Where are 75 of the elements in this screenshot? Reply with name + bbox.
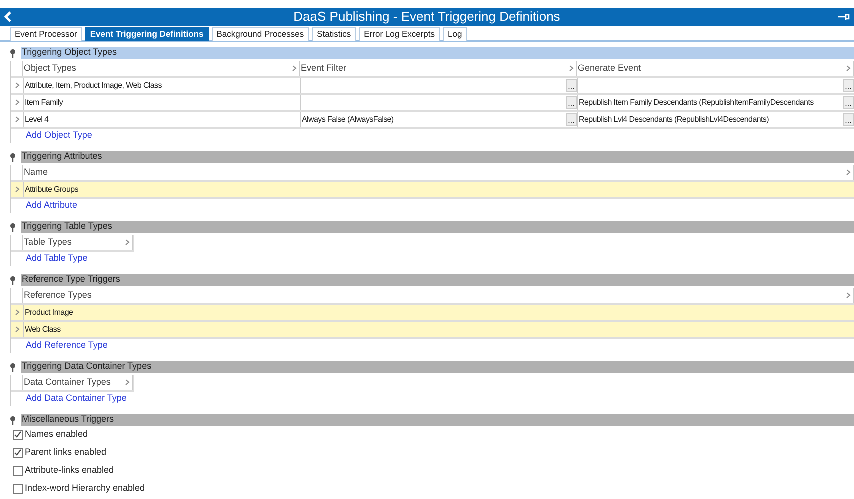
table-cell-text: Product Image: [24, 306, 74, 318]
chevron-icon[interactable]: [846, 169, 851, 176]
tab[interactable]: Background Processes: [212, 27, 310, 41]
chevron-icon[interactable]: [569, 65, 574, 72]
chevron-icon[interactable]: [292, 65, 297, 72]
chevron-icon[interactable]: [14, 82, 20, 89]
column-header[interactable]: Object Types: [23, 61, 300, 76]
tab[interactable]: Statistics: [312, 27, 356, 41]
checkbox-label: Names enabled: [25, 428, 88, 442]
table-cell-text: Level 4: [24, 114, 50, 126]
checkbox[interactable]: [13, 448, 23, 458]
column-header[interactable]: Reference Types: [23, 288, 854, 303]
window-title: DaaS Publishing - Event Triggering Definitions: [292, 8, 562, 26]
chevron-icon[interactable]: [14, 326, 20, 333]
pin-icon[interactable]: [10, 276, 16, 284]
checkbox[interactable]: [13, 484, 23, 494]
table-row[interactable]: Attribute, Item, Product Image, Web Class ... ...: [11, 78, 854, 95]
checkbox-label: Index-word Hierarchy enabled: [25, 482, 146, 496]
ellipsis-button[interactable]: ...: [843, 113, 854, 126]
checkbox-label: Attribute-links enabled: [25, 464, 114, 478]
table-cell-text: Always False (AlwaysFalse): [301, 114, 395, 126]
pin-icon[interactable]: [10, 152, 16, 162]
chevron-icon[interactable]: [14, 99, 20, 106]
section-header[interactable]: Triggering Data Container Types: [21, 361, 854, 373]
table-cell-text: Republish Item Family Descendants (RepublishItemFamilyDescendants: [578, 96, 815, 108]
add-link[interactable]: Add Table Type: [26, 252, 88, 266]
pin-icon[interactable]: [10, 416, 16, 424]
table-cell-text: Item Family: [24, 96, 64, 108]
pin-icon[interactable]: [10, 222, 16, 232]
chevron-icon[interactable]: [14, 186, 20, 193]
pin-icon[interactable]: [10, 48, 16, 58]
ellipsis-button[interactable]: ...: [843, 96, 854, 109]
column-header[interactable]: Data Container Types: [23, 375, 133, 390]
table-cell-text: Attribute Groups: [24, 184, 80, 196]
section-header[interactable]: Triggering Table Types: [21, 221, 854, 233]
table-row[interactable]: Web Class: [11, 322, 854, 339]
add-link[interactable]: Add Attribute: [26, 199, 78, 213]
section-header[interactable]: Reference Type Triggers: [21, 274, 854, 286]
chevron-icon[interactable]: [14, 116, 20, 123]
table-row[interactable]: Product Image: [11, 305, 854, 322]
table-cell-text: Web Class: [24, 324, 62, 336]
section-header[interactable]: Triggering Object Types: [21, 47, 854, 59]
tab[interactable]: Event Processor: [10, 27, 82, 41]
pin-icon[interactable]: [10, 362, 16, 372]
table-row[interactable]: Attribute Groups: [11, 182, 854, 199]
column-header[interactable]: Name: [23, 165, 854, 180]
ellipsis-button[interactable]: ...: [566, 79, 577, 92]
section-header[interactable]: Miscellaneous Triggers: [21, 414, 854, 426]
table-cell-text: Attribute, Item, Product Image, Web Class: [24, 80, 163, 92]
table-row[interactable]: Item Family ... Republish Item Family Descendants (RepublishItemFamilyDescendants ...: [11, 95, 854, 112]
add-link[interactable]: Add Reference Type: [26, 339, 108, 353]
ellipsis-button[interactable]: ...: [566, 96, 577, 109]
checkbox-label: Parent links enabled: [25, 446, 107, 460]
section-header[interactable]: Triggering Attributes: [21, 151, 854, 163]
table-cell-text: Republish Lvl4 Descendants (RepublishLvl4Descendants): [578, 114, 770, 126]
chevron-icon[interactable]: [14, 309, 20, 316]
add-link[interactable]: Add Object Type: [26, 129, 92, 143]
tab[interactable]: Event Triggering Definitions: [85, 27, 209, 41]
checkbox[interactable]: [13, 430, 23, 440]
chevron-icon[interactable]: [125, 239, 130, 246]
pin-icon[interactable]: [838, 13, 850, 21]
tab[interactable]: Error Log Excerpts: [359, 27, 440, 41]
chevron-icon[interactable]: [125, 379, 130, 386]
checkbox[interactable]: [13, 466, 23, 476]
column-header[interactable]: Event Filter: [300, 61, 577, 76]
column-header[interactable]: Generate Event: [577, 61, 854, 76]
add-link[interactable]: Add Data Container Type: [26, 392, 127, 406]
column-header[interactable]: Table Types: [23, 235, 133, 250]
chevron-icon[interactable]: [846, 292, 851, 299]
table-row[interactable]: Level 4 Always False (AlwaysFalse) ... Republish Lvl4 Descendants (RepublishLvl4Descendants) ...: [11, 112, 854, 129]
tab[interactable]: Log: [443, 27, 468, 41]
ellipsis-button[interactable]: ...: [566, 113, 577, 126]
chevron-icon[interactable]: [846, 65, 851, 72]
back-icon[interactable]: [4, 11, 14, 23]
ellipsis-button[interactable]: ...: [843, 79, 854, 92]
